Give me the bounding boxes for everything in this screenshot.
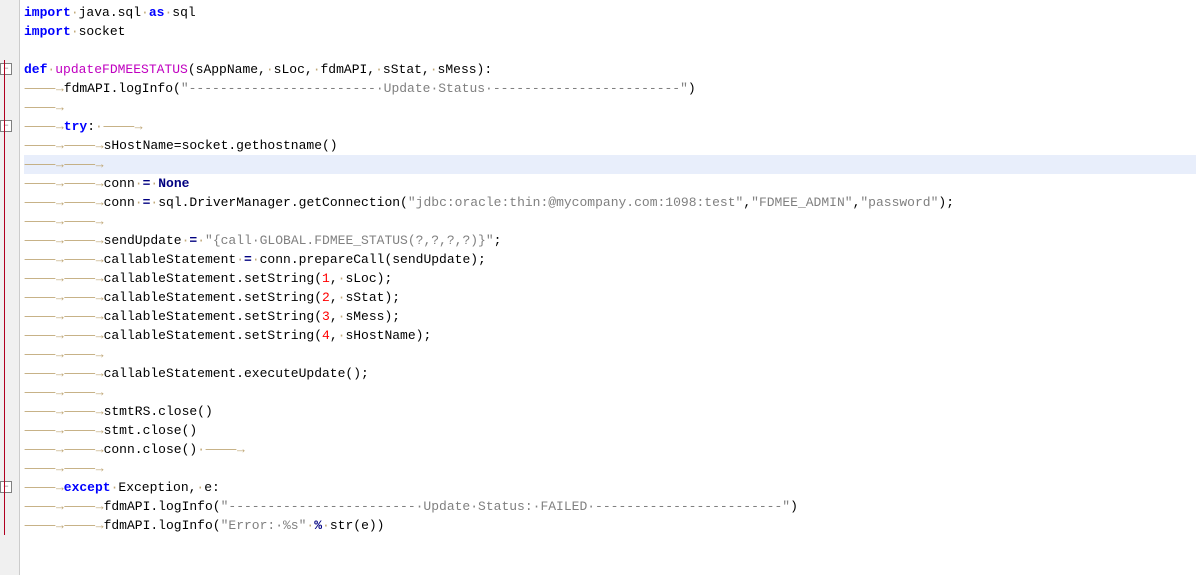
code-line[interactable]: ⸻→⸻→ [24,212,1196,231]
code-line[interactable]: ⸻→⸻→sendUpdate·=·"{call·GLOBAL.FDMEE_STA… [24,231,1196,250]
code-line[interactable]: ⸻→⸻→callableStatement·=·conn.prepareCall… [24,250,1196,269]
code-line[interactable]: ⸻→⸻→stmt.close() [24,421,1196,440]
code-line[interactable]: ⸻→⸻→fdmAPI.logInfo("Error:·%s"·%·str(e)) [24,516,1196,535]
code-line[interactable]: ⸻→⸻→callableStatement.setString(4,·sHost… [24,326,1196,345]
code-line[interactable]: ⸻→try:·⸻→ [24,117,1196,136]
code-line[interactable]: import·java.sql·as·sql [24,3,1196,22]
code-line[interactable]: ⸻→⸻→callableStatement.setString(2,·sStat… [24,288,1196,307]
code-line[interactable]: ⸻→⸻→ [24,383,1196,402]
code-line[interactable]: import·socket [24,22,1196,41]
fold-toggle-icon[interactable]: − [0,63,12,75]
code-line[interactable]: ⸻→⸻→conn·=·None [24,174,1196,193]
code-line[interactable]: ⸻→ [24,98,1196,117]
code-line[interactable] [24,41,1196,60]
code-line[interactable]: ⸻→⸻→callableStatement.setString(1,·sLoc)… [24,269,1196,288]
code-line[interactable]: ⸻→⸻→conn.close()·⸻→ [24,440,1196,459]
code-area[interactable]: import·java.sql·as·sqlimport·socket def·… [20,0,1196,575]
fold-guide [4,60,5,535]
code-line[interactable]: ⸻→⸻→ [24,155,1196,174]
code-line[interactable]: ⸻→⸻→conn·=·sql.DriverManager.getConnecti… [24,193,1196,212]
fold-toggle-icon[interactable]: − [0,481,12,493]
code-line[interactable]: ⸻→⸻→stmtRS.close() [24,402,1196,421]
code-line[interactable]: ⸻→⸻→ [24,345,1196,364]
code-line[interactable]: ⸻→⸻→callableStatement.executeUpdate(); [24,364,1196,383]
code-editor[interactable]: − − − import·java.sql·as·sqlimport·socket … [0,0,1196,575]
code-line[interactable]: ⸻→⸻→callableStatement.setString(3,·sMess… [24,307,1196,326]
code-line[interactable]: ⸻→except·Exception,·e: [24,478,1196,497]
code-line[interactable]: ⸻→⸻→sHostName=socket.gethostname() [24,136,1196,155]
code-line[interactable]: ⸻→fdmAPI.logInfo("----------------------… [24,79,1196,98]
code-line[interactable]: def·updateFDMEESTATUS(sAppName,·sLoc,·fd… [24,60,1196,79]
fold-gutter[interactable]: − − − [0,0,20,575]
fold-toggle-icon[interactable]: − [0,120,12,132]
code-line[interactable]: ⸻→⸻→ [24,459,1196,478]
code-line[interactable]: ⸻→⸻→fdmAPI.logInfo("--------------------… [24,497,1196,516]
